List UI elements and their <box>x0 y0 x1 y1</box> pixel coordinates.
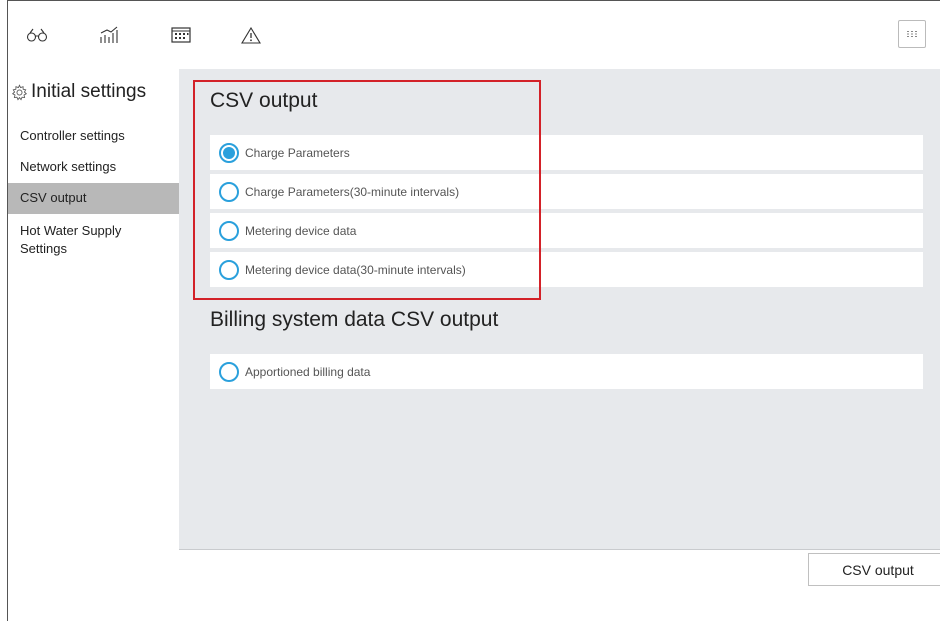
option-metering-device-data-30min[interactable]: Metering device data(30-minute intervals… <box>210 252 923 287</box>
sidebar-item-csv-output[interactable]: CSV output <box>8 183 179 214</box>
option-label: Apportioned billing data <box>245 364 371 379</box>
option-label: Charge Parameters <box>245 145 350 160</box>
radio-selected-dot <box>223 146 235 159</box>
footer-bar: CSV output <box>179 549 940 605</box>
option-charge-parameters-30min[interactable]: Charge Parameters(30-minute intervals) <box>210 174 923 209</box>
radio-button[interactable] <box>219 361 239 382</box>
csv-output-button[interactable]: CSV output <box>808 553 940 586</box>
option-metering-device-data[interactable]: Metering device data <box>210 213 923 248</box>
app-window: Initial settings Controller settings Net… <box>7 0 940 621</box>
chart-icon[interactable] <box>96 23 122 47</box>
gear-icon <box>8 81 30 103</box>
option-label: Charge Parameters(30-minute intervals) <box>245 184 460 199</box>
radio-button[interactable] <box>219 181 239 202</box>
sidebar-item-network-settings[interactable]: Network settings <box>8 158 179 182</box>
option-charge-parameters[interactable]: Charge Parameters <box>210 135 923 170</box>
sidebar-item-label: Controller settings <box>20 128 125 143</box>
csv-section-title: CSV output <box>210 89 318 112</box>
sidebar: Initial settings Controller settings Net… <box>8 69 179 621</box>
top-toolbar <box>8 1 940 69</box>
warning-icon[interactable] <box>238 23 264 47</box>
main-panel: CSV output Charge Parameters Charge Para… <box>179 69 940 549</box>
sidebar-item-label: Network settings <box>20 159 117 174</box>
radio-button[interactable] <box>219 259 239 280</box>
calendar-icon[interactable] <box>168 23 194 47</box>
radio-button[interactable] <box>219 142 239 163</box>
sidebar-item-label: Hot Water Supply Settings <box>20 223 122 256</box>
sidebar-item-label: CSV output <box>20 190 87 205</box>
option-apportioned-billing-data[interactable]: Apportioned billing data <box>210 354 923 389</box>
binoculars-icon[interactable] <box>24 23 50 47</box>
menu-icon <box>907 31 917 37</box>
radio-button[interactable] <box>219 220 239 241</box>
option-label: Metering device data(30-minute intervals… <box>245 262 466 277</box>
option-label: Metering device data <box>245 223 357 238</box>
sidebar-title-label: Initial settings <box>31 81 147 102</box>
billing-section-title: Billing system data CSV output <box>210 308 499 331</box>
sidebar-item-hot-water-supply-settings[interactable]: Hot Water Supply Settings <box>8 222 179 262</box>
sidebar-item-controller-settings[interactable]: Controller settings <box>8 127 179 151</box>
menu-button[interactable] <box>898 20 926 48</box>
sidebar-title: Initial settings <box>8 79 146 105</box>
